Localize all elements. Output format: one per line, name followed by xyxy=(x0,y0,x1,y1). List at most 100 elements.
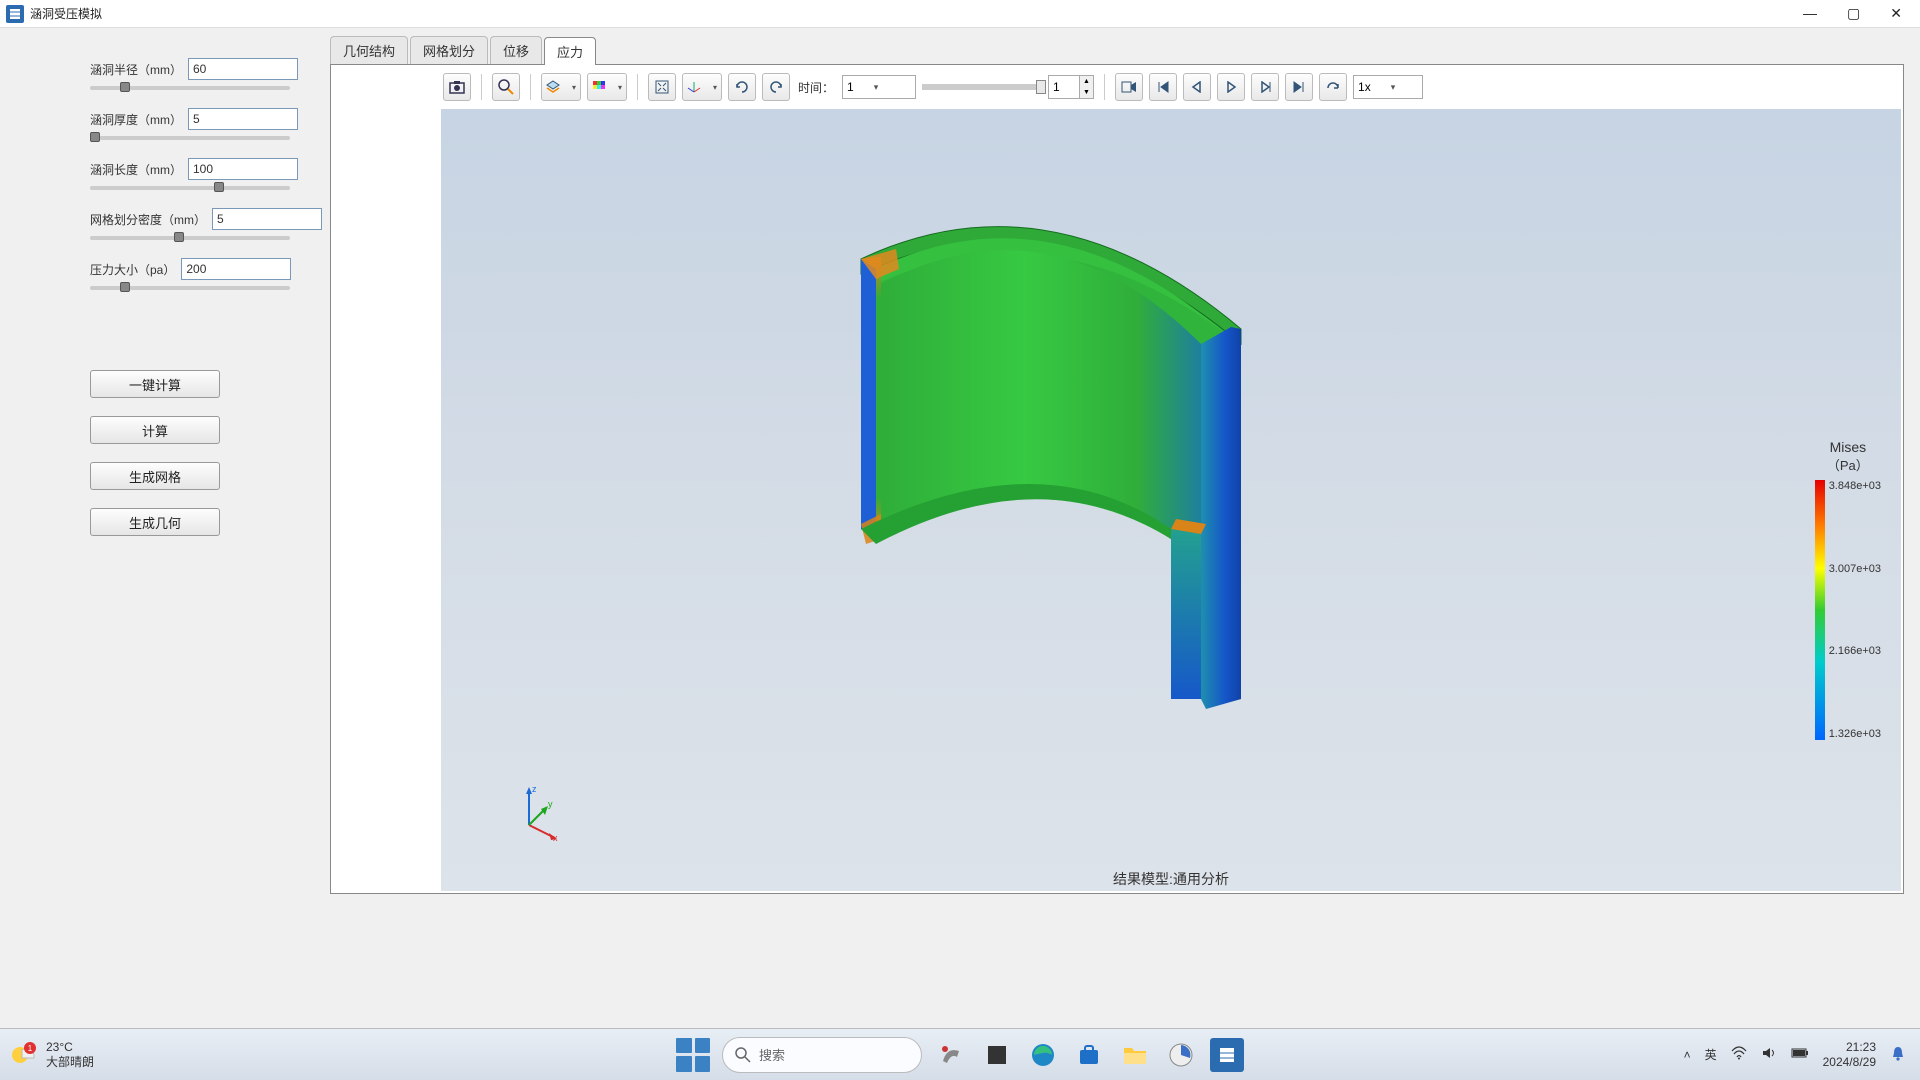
stress-model xyxy=(801,199,1281,719)
rotate-ccw-icon xyxy=(768,79,784,95)
taskbar-app-2[interactable] xyxy=(980,1038,1014,1072)
last-icon xyxy=(1293,81,1305,93)
rotate-cw-button[interactable] xyxy=(728,73,756,101)
ime-indicator[interactable]: 英 xyxy=(1705,1046,1717,1063)
length-slider[interactable] xyxy=(90,186,290,190)
param-length: 涵洞长度（mm） xyxy=(90,158,300,190)
taskbar-search[interactable]: 搜索 xyxy=(722,1037,922,1073)
pressure-input[interactable] xyxy=(181,258,291,280)
tab-stress[interactable]: 应力 xyxy=(544,37,596,65)
taskbar-app-3[interactable] xyxy=(1164,1038,1198,1072)
param-mesh: 网格划分密度（mm） xyxy=(90,208,300,240)
pressure-slider[interactable] xyxy=(90,286,290,290)
mesh-input[interactable] xyxy=(212,208,322,230)
fit-view-button[interactable] xyxy=(648,73,676,101)
tab-geometry[interactable]: 几何结构 xyxy=(330,36,408,64)
windows-taskbar: 1 23°C 大部晴朗 搜索 ˄ 英 21:23 2024/8/29 xyxy=(0,1028,1920,1080)
play-button[interactable] xyxy=(1217,73,1245,101)
record-button[interactable] xyxy=(1115,73,1143,101)
record-icon xyxy=(1121,81,1137,93)
app-icon xyxy=(6,5,24,23)
layers-icon xyxy=(546,80,560,94)
zoom-button[interactable] xyxy=(492,73,520,101)
layers-button[interactable]: ▾ xyxy=(541,73,581,101)
cube-color-icon xyxy=(592,80,606,94)
prev-icon xyxy=(1191,81,1203,93)
thickness-slider[interactable] xyxy=(90,136,290,140)
tab-displacement[interactable]: 位移 xyxy=(490,36,542,64)
step-back-button[interactable] xyxy=(1183,73,1211,101)
axes-gizmo: z y x xyxy=(511,785,561,841)
param-radius: 涵洞半径（mm） xyxy=(90,58,300,90)
fit-icon xyxy=(655,80,669,94)
notifications-icon[interactable] xyxy=(1890,1045,1906,1065)
param-label: 涵洞半径（mm） xyxy=(90,61,182,78)
next-icon xyxy=(1259,81,1271,93)
screenshot-button[interactable] xyxy=(443,73,471,101)
svg-text:z: z xyxy=(532,785,537,794)
svg-text:x: x xyxy=(553,833,558,841)
length-input[interactable] xyxy=(188,158,298,180)
loop-button[interactable] xyxy=(1319,73,1347,101)
clock[interactable]: 21:23 2024/8/29 xyxy=(1823,1040,1876,1070)
rotate-cw-icon xyxy=(734,79,750,95)
start-button[interactable] xyxy=(676,1038,710,1072)
legend-tick: 1.326e+03 xyxy=(1829,728,1881,740)
close-button[interactable]: ✕ xyxy=(1890,5,1902,22)
taskbar-app-current[interactable] xyxy=(1210,1038,1244,1072)
minimize-button[interactable]: — xyxy=(1803,5,1817,22)
color-legend: Mises （Pa） 3.848e+03 3.007e+03 2.166e+03… xyxy=(1815,439,1881,740)
generate-mesh-button[interactable]: 生成网格 xyxy=(90,462,220,490)
param-thickness: 涵洞厚度（mm） xyxy=(90,108,300,140)
weather-icon[interactable]: 1 xyxy=(8,1040,38,1070)
legend-tick: 3.848e+03 xyxy=(1829,480,1881,492)
step-last-button[interactable] xyxy=(1285,73,1313,101)
thickness-input[interactable] xyxy=(188,108,298,130)
viewer-toolbar: ▾ ▾ ▾ 时间： xyxy=(331,65,1903,109)
time-select[interactable]: 1▾ xyxy=(842,75,916,99)
generate-geometry-button[interactable]: 生成几何 xyxy=(90,508,220,536)
tab-mesh[interactable]: 网格划分 xyxy=(410,36,488,64)
svg-text:y: y xyxy=(548,799,553,809)
param-label: 网格划分密度（mm） xyxy=(90,211,206,228)
legend-tick: 2.166e+03 xyxy=(1829,645,1881,657)
tray-chevron[interactable]: ˄ xyxy=(1684,1048,1691,1062)
time-slider[interactable] xyxy=(922,84,1042,90)
maximize-button[interactable]: ▢ xyxy=(1847,5,1860,22)
radius-input[interactable] xyxy=(188,58,298,80)
taskbar-app-explorer[interactable] xyxy=(1118,1038,1152,1072)
loop-icon xyxy=(1326,80,1340,94)
step-first-button[interactable] xyxy=(1149,73,1177,101)
taskbar-app-1[interactable] xyxy=(934,1038,968,1072)
colorbar xyxy=(1815,480,1825,740)
legend-unit: （Pa） xyxy=(1815,455,1881,474)
one-click-compute-button[interactable]: 一键计算 xyxy=(90,370,220,398)
param-label: 压力大小（pa） xyxy=(90,261,175,278)
frame-spinner[interactable]: 1 ▲▼ xyxy=(1048,75,1094,99)
camera-icon xyxy=(449,80,465,94)
search-icon xyxy=(735,1047,751,1063)
wifi-icon[interactable] xyxy=(1731,1046,1747,1063)
first-icon xyxy=(1157,81,1169,93)
battery-icon[interactable] xyxy=(1791,1047,1809,1062)
rotate-ccw-button[interactable] xyxy=(762,73,790,101)
step-forward-button[interactable] xyxy=(1251,73,1279,101)
taskbar-app-edge[interactable] xyxy=(1026,1038,1060,1072)
taskbar-app-store[interactable] xyxy=(1072,1038,1106,1072)
speed-select[interactable]: 1x▾ xyxy=(1353,75,1423,99)
time-label: 时间： xyxy=(798,79,834,96)
orientation-button[interactable]: ▾ xyxy=(682,73,722,101)
viewport-3d[interactable]: z y x Mises （Pa） 3.848e+03 3.007e+03 2.1… xyxy=(441,109,1901,891)
result-tabs: 几何结构 网格划分 位移 应力 xyxy=(330,36,1904,64)
radius-slider[interactable] xyxy=(90,86,290,90)
compute-button[interactable]: 计算 xyxy=(90,416,220,444)
play-icon xyxy=(1225,81,1237,93)
weather-text[interactable]: 23°C 大部晴朗 xyxy=(46,1040,94,1069)
svg-text:1: 1 xyxy=(28,1044,33,1053)
titlebar: 涵洞受压模拟 — ▢ ✕ xyxy=(0,0,1920,28)
colormap-button[interactable]: ▾ xyxy=(587,73,627,101)
param-pressure: 压力大小（pa） xyxy=(90,258,300,290)
volume-icon[interactable] xyxy=(1761,1046,1777,1063)
mesh-slider[interactable] xyxy=(90,236,290,240)
parameters-panel: 涵洞半径（mm） 涵洞厚度（mm） 涵洞长度（mm） 网格划分密度（mm） xyxy=(0,28,330,1028)
